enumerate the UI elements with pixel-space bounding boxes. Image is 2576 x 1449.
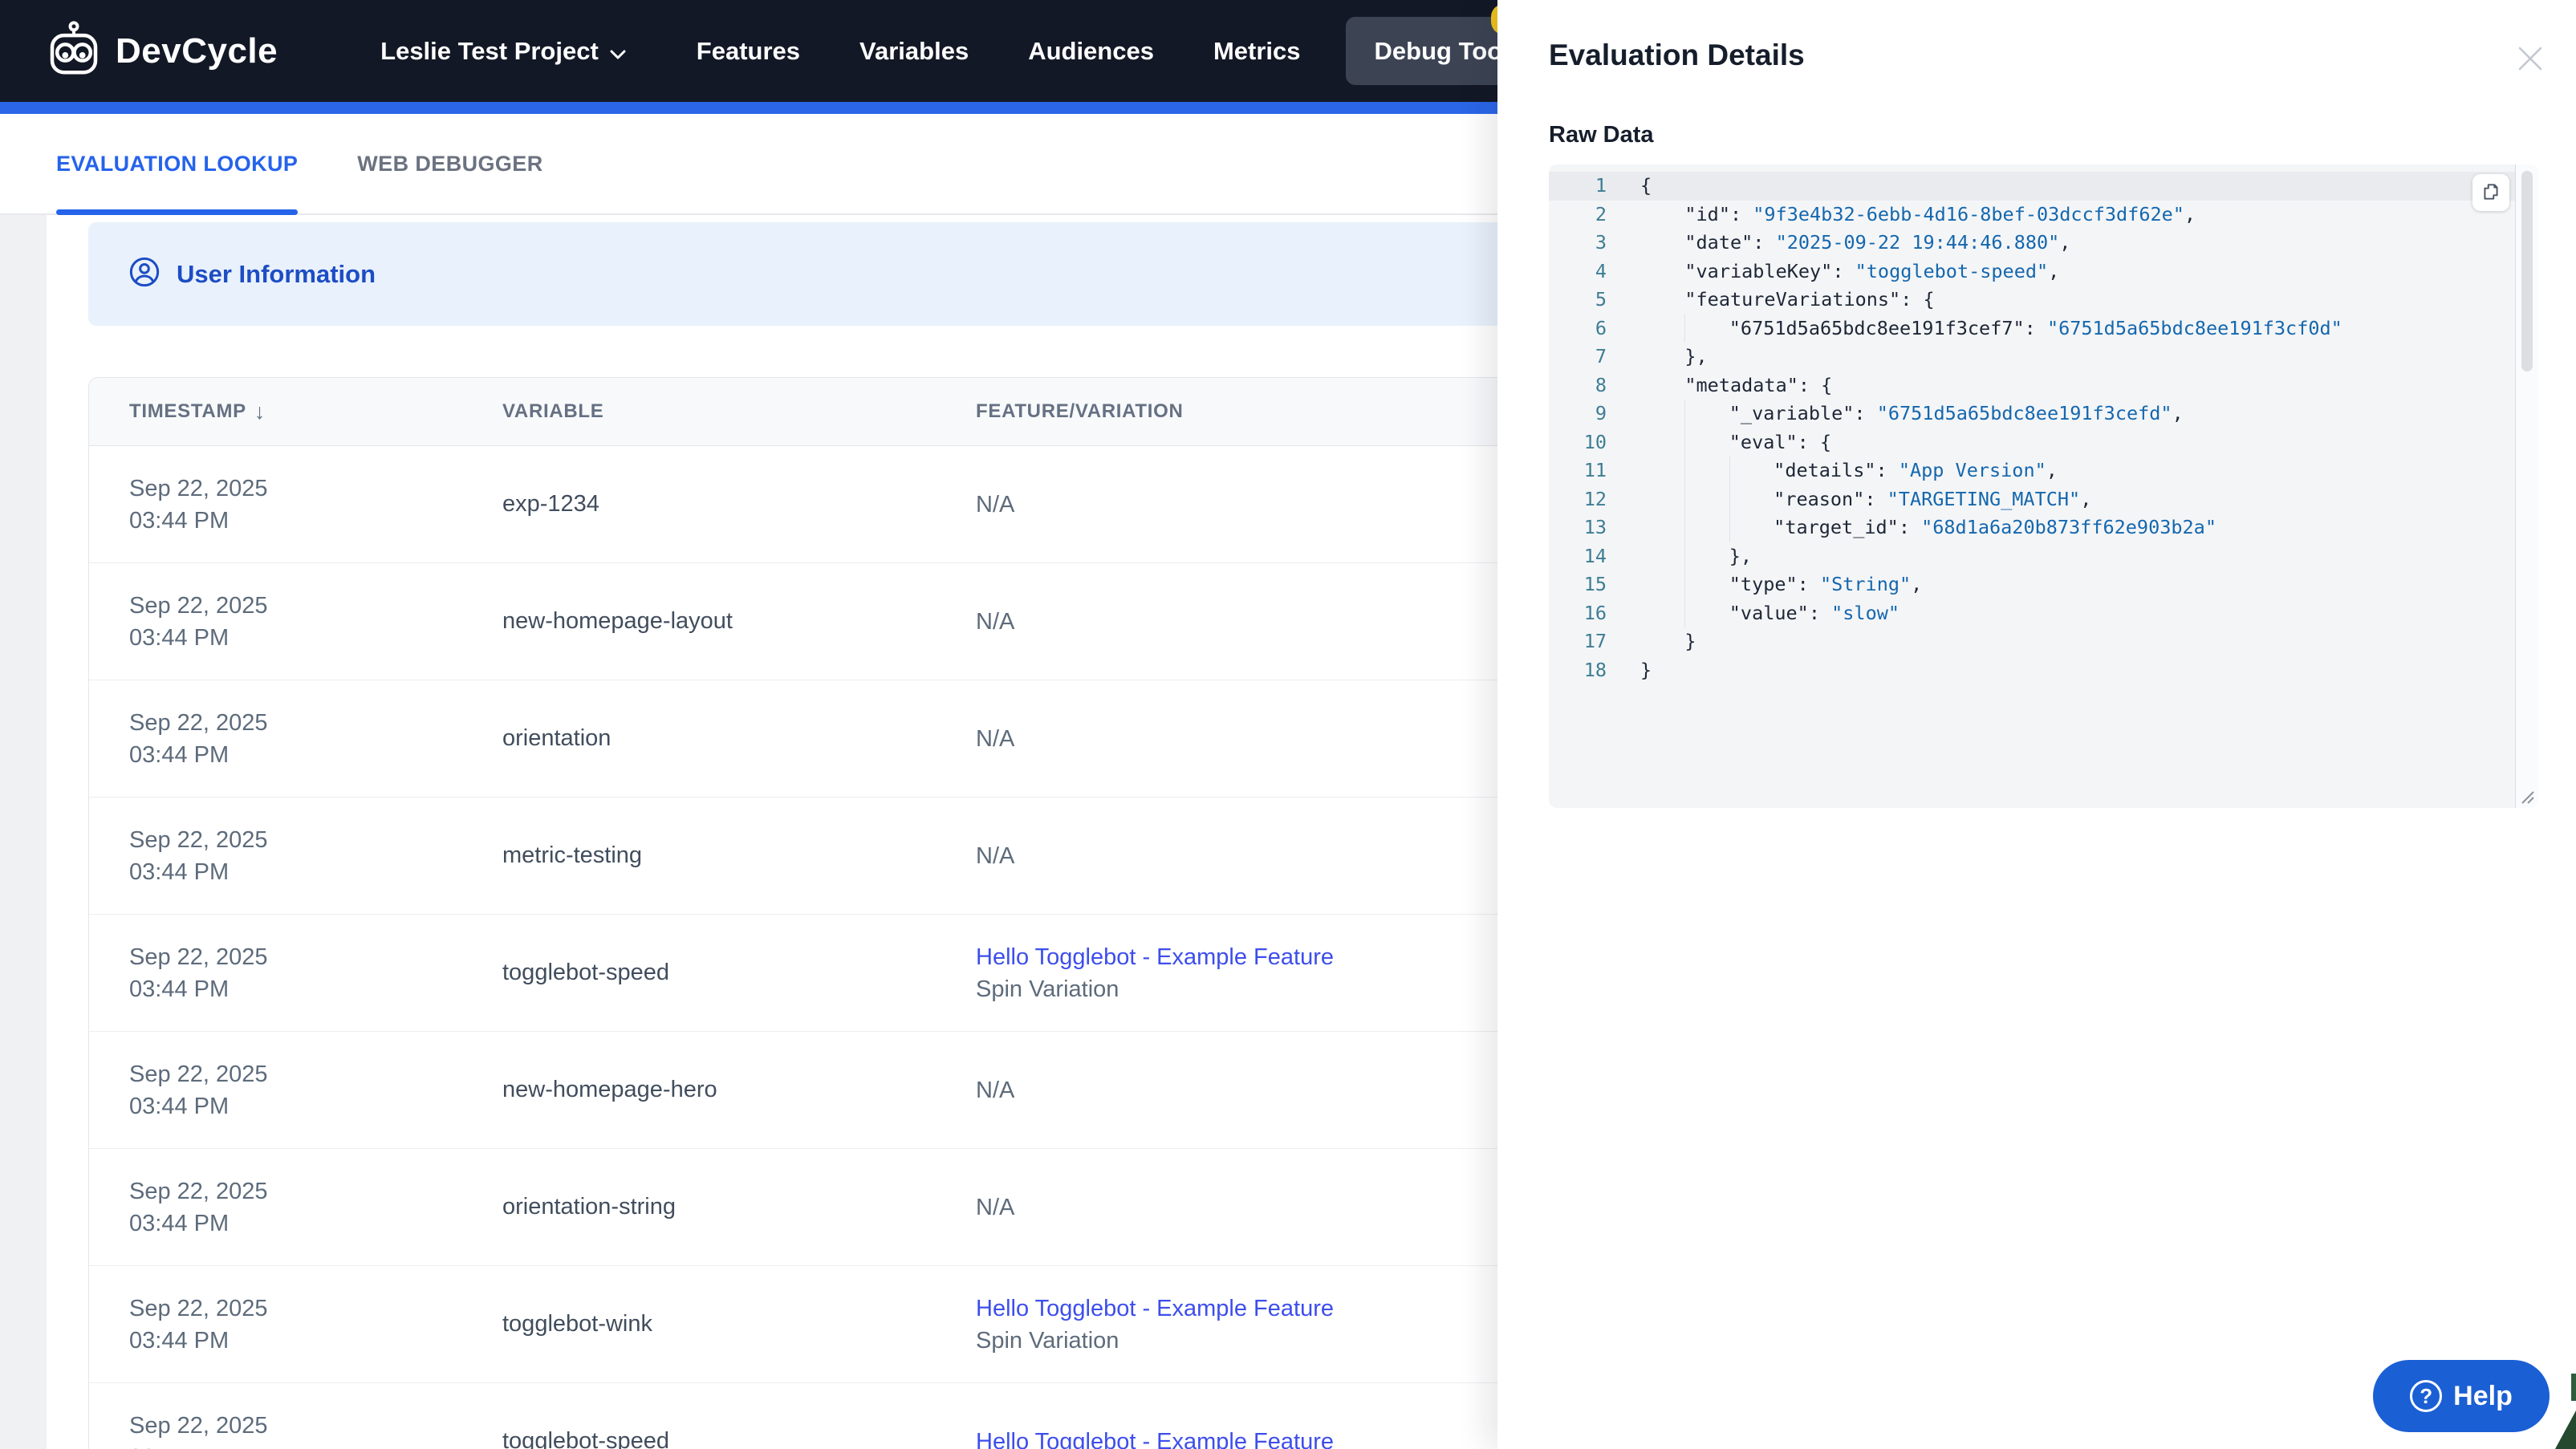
evaluation-details-panel: Evaluation Details Raw Data 1{2 "id": "9f… [1497, 0, 2576, 1449]
code-line: 14}, [1549, 542, 2538, 570]
variable-cell: orientation [502, 725, 611, 751]
copy-icon [2481, 181, 2501, 205]
resize-handle-icon[interactable] [2516, 785, 2535, 805]
timestamp-cell: Sep 22, 202503:44 PM [129, 1178, 268, 1236]
column-header-variable[interactable]: VARIABLE [502, 400, 976, 423]
code-line: 10 "eval": { [1549, 428, 2538, 457]
code-line: 4 "variableKey": "togglebot-speed", [1595, 259, 2060, 282]
code-scrollbar[interactable] [2515, 164, 2538, 808]
tab-web-debugger[interactable]: WEB DEBUGGER [357, 114, 542, 213]
code-line: 3 "date": "2025-09-22 19:44:46.880", [1595, 231, 2071, 254]
table-row[interactable]: Sep 22, 2025 03:44 PM metric-testing N/A [89, 798, 1652, 915]
code-line: 12 "reason": "TARGETING_MATCH", [1549, 485, 2538, 513]
table-row[interactable]: Sep 22, 2025 03:44 PM togglebot-wink Hello … [89, 1266, 1652, 1383]
timestamp-cell: Sep 22, 202503:44 PM [129, 709, 268, 768]
close-icon[interactable] [2515, 43, 2546, 74]
project-name: Leslie Test Project [380, 36, 599, 65]
code-lines: 1{2 "id": "9f3e4b32-6ebb-4d16-8bef-03dccf… [1549, 164, 2538, 684]
timestamp-cell: Sep 22, 202503:44 PM [129, 592, 268, 651]
user-icon [128, 256, 160, 292]
table-row[interactable]: Sep 22, 2025 03:44 PM new-homepage-layout N… [89, 563, 1652, 680]
raw-data-code-block[interactable]: 1{2 "id": "9f3e4b32-6ebb-4d16-8bef-03dccf… [1549, 164, 2538, 808]
nav-items: Features Variables Audiences Metrics [697, 37, 1301, 66]
devcycle-robot-icon [45, 20, 103, 82]
code-line: 6 "6751d5a65bdc8ee191f3cef7": "6751d5a65b… [1549, 314, 2538, 343]
table-row[interactable]: Sep 22, 2025 03:44 PM exp-1234 N/A [89, 446, 1652, 563]
variable-cell: new-homepage-layout [502, 608, 733, 634]
variable-cell: togglebot-speed [502, 1428, 669, 1449]
code-line: 1{ [1549, 172, 2538, 201]
sort-desc-icon: ↓ [254, 399, 266, 424]
nav-item-metrics[interactable]: Metrics [1213, 37, 1301, 66]
corner-decoration [2555, 1410, 2576, 1449]
column-header-timestamp[interactable]: TIMESTAMP ↓ [129, 400, 502, 424]
help-button[interactable]: ? Help [2373, 1360, 2550, 1432]
code-line: 18} [1583, 658, 1652, 681]
brand-name: DevCycle [116, 30, 278, 71]
copy-button[interactable] [2472, 174, 2509, 211]
timestamp-cell: Sep 22, 202503:44 PM [129, 944, 268, 1002]
code-line: 8 "metadata": { [1595, 373, 1833, 396]
code-line: 17} [1583, 630, 1696, 652]
variable-cell: togglebot-wink [502, 1311, 652, 1337]
feature-link[interactable]: Hello Togglebot - Example Feature [976, 1296, 1334, 1321]
table-row[interactable]: Sep 22, 2025 03:44 PM orientation-string N/… [89, 1149, 1652, 1266]
variable-cell: exp-1234 [502, 491, 599, 517]
variable-cell: new-homepage-hero [502, 1077, 717, 1102]
raw-data-label: Raw Data [1549, 122, 1654, 148]
project-switcher[interactable]: Leslie Test Project [380, 37, 626, 66]
code-line: 9 "_variable": "6751d5a65bdc8ee191f3cefd"… [1549, 400, 2538, 428]
table-header-row: TIMESTAMP ↓ VARIABLE FEATURE/VARIATION [89, 378, 1652, 446]
nav-item-features[interactable]: Features [697, 37, 800, 66]
timestamp-cell: Sep 22, 202503:44 PM [129, 826, 268, 885]
help-label: Help [2453, 1380, 2513, 1411]
timestamp-cell: Sep 22, 202503:44 PM [129, 1295, 268, 1354]
code-line: 13 "target_id": "68d1a6a20b873ff62e903b2a… [1549, 513, 2538, 542]
variable-cell: orientation-string [502, 1194, 676, 1220]
code-line: 7}, [1595, 345, 1708, 367]
user-information-banner[interactable]: User Information [88, 222, 1565, 326]
user-information-label: User Information [177, 259, 376, 288]
left-gutter [0, 215, 47, 1449]
code-scrollbar-thumb[interactable] [2521, 171, 2533, 371]
nav-item-variables[interactable]: Variables [859, 37, 969, 66]
question-circle-icon: ? [2410, 1380, 2443, 1412]
timestamp-cell: Sep 22, 202503:44 PM [129, 1412, 268, 1449]
table-row[interactable]: Sep 22, 202503:44 PM togglebot-speed Hello… [89, 915, 1652, 1032]
table-body: Sep 22, 2025 03:44 PM exp-1234 N/A Sep 22, 2… [89, 446, 1652, 1449]
chevron-down-icon [610, 37, 626, 66]
tab-evaluation-lookup[interactable]: EVALUATION LOOKUP [56, 114, 299, 215]
code-line: 15 "type": "String", [1549, 570, 2538, 599]
timestamp-cell: Sep 22, 202503:44 PM [129, 475, 268, 534]
variable-cell: metric-testing [502, 842, 643, 868]
evaluations-table: TIMESTAMP ↓ VARIABLE FEATURE/VARIATION S… [88, 377, 1653, 1449]
code-line: 2 "id": "9f3e4b32-6ebb-4d16-8bef-03dccf3d… [1595, 202, 2196, 225]
code-line: 5 "featureVariations": { [1595, 288, 1935, 310]
code-line: 16 "value": "slow" [1549, 599, 2538, 627]
nav-item-audiences[interactable]: Audiences [1028, 37, 1154, 66]
feature-link[interactable]: Hello Togglebot - Example Feature [976, 944, 1334, 970]
table-row[interactable]: Sep 22, 2025 03:44 PM orientation N/A [89, 680, 1652, 798]
variable-cell: togglebot-speed [502, 960, 669, 985]
edge-decoration [2571, 1374, 2576, 1401]
devcycle-logo[interactable]: DevCycle [45, 20, 278, 82]
table-row[interactable]: Sep 22, 2025 03:44 PM new-homepage-hero N/A [89, 1032, 1652, 1149]
code-line: 11 "details": "App Version", [1549, 457, 2538, 485]
table-row[interactable]: Sep 22, 202503:44 PM togglebot-speed Hello… [89, 1383, 1652, 1449]
panel-title: Evaluation Details [1549, 39, 1805, 71]
feature-link[interactable]: Hello Togglebot - Example Feature [976, 1429, 1334, 1449]
timestamp-cell: Sep 22, 202503:44 PM [129, 1061, 268, 1119]
